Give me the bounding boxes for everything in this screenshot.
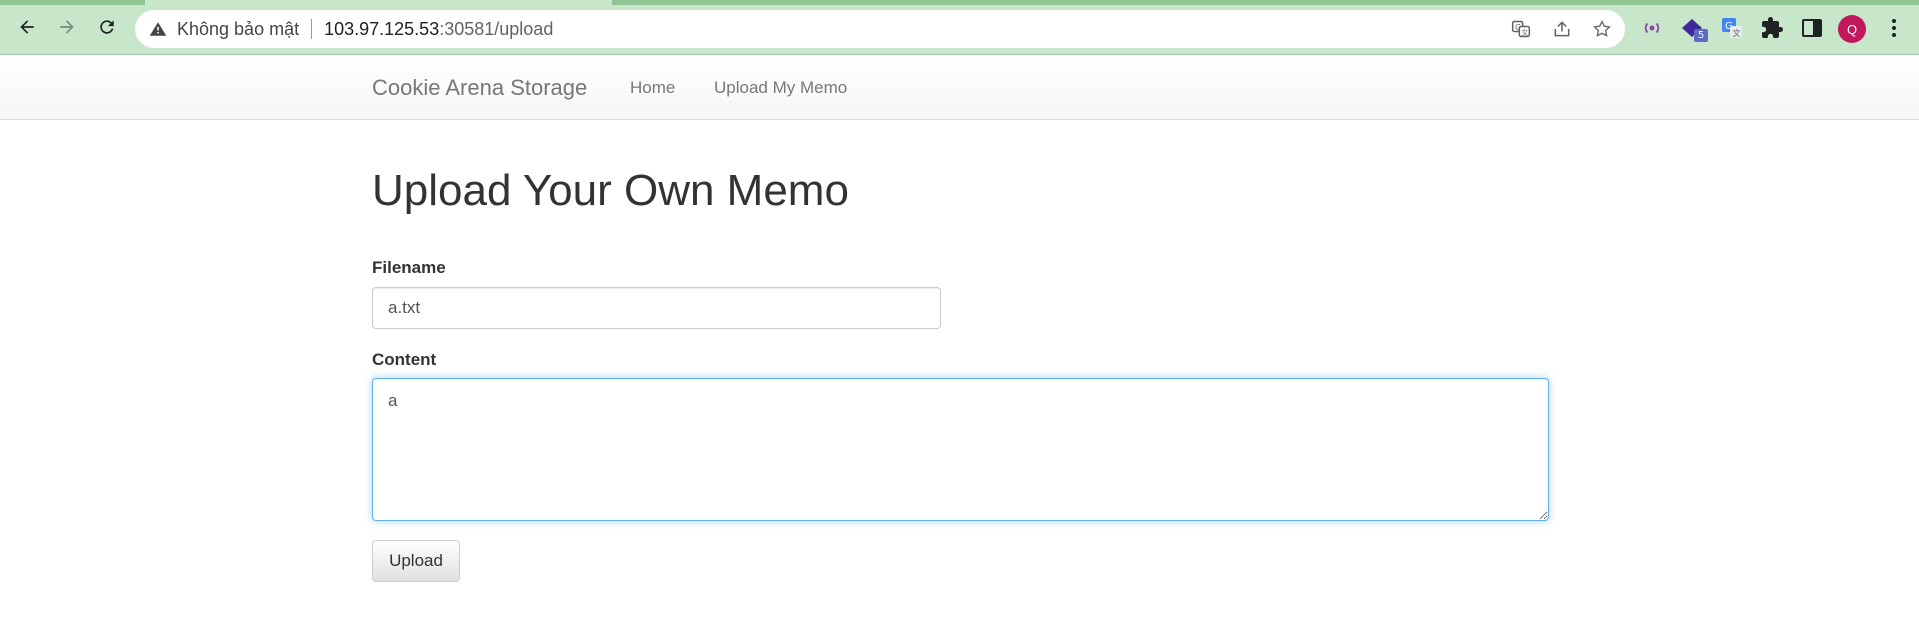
url-host: 103.97.125.53 (324, 18, 440, 39)
graduation-extension-icon[interactable]: 5 (1680, 16, 1708, 42)
filename-input[interactable] (372, 287, 941, 329)
reload-button[interactable] (93, 13, 121, 41)
url-path: :30581/upload (439, 18, 554, 39)
google-translate-extension-icon[interactable]: G文 (1720, 16, 1744, 40)
nav-link-home[interactable]: Home (630, 78, 675, 98)
more-menu-icon[interactable] (1882, 16, 1906, 40)
star-icon[interactable] (1592, 19, 1612, 39)
browser-toolbar: Không bảo mật 103.97.125.53 :30581/uploa… (0, 0, 1919, 55)
broadcast-extension-icon[interactable] (1640, 16, 1664, 40)
translate-icon[interactable]: G文 (1511, 19, 1531, 39)
navbar-brand[interactable]: Cookie Arena Storage (372, 75, 587, 101)
svg-text:文: 文 (1733, 28, 1741, 38)
arrow-right-icon (60, 20, 74, 34)
puzzle-extensions-icon[interactable] (1760, 16, 1784, 40)
tab-strip (612, 0, 1919, 5)
content-textarea[interactable]: a (372, 378, 1549, 521)
share-icon[interactable] (1552, 19, 1572, 39)
warning-icon (149, 22, 167, 36)
security-label: Không bảo mật (177, 18, 300, 39)
extension-badge: 5 (1694, 29, 1708, 42)
forward-button[interactable] (53, 13, 81, 41)
filename-label: Filename (372, 258, 446, 277)
address-bar[interactable]: Không bảo mật 103.97.125.53 :30581/uploa… (135, 10, 1625, 48)
content-label: Content (372, 350, 437, 369)
nav-link-upload-memo[interactable]: Upload My Memo (714, 78, 847, 98)
divider (311, 19, 313, 39)
svg-text:文: 文 (1521, 28, 1528, 37)
back-button[interactable] (13, 13, 41, 41)
page-title: Upload Your Own Memo (372, 166, 849, 215)
profile-avatar[interactable]: Q (1838, 15, 1866, 43)
reload-icon (100, 20, 114, 34)
upload-button[interactable]: Upload (372, 540, 460, 582)
arrow-left-icon (20, 20, 34, 34)
tab-strip (0, 0, 145, 5)
site-navbar: Cookie Arena Storage Home Upload My Memo (0, 56, 1919, 120)
side-panel-icon[interactable] (1800, 16, 1824, 40)
